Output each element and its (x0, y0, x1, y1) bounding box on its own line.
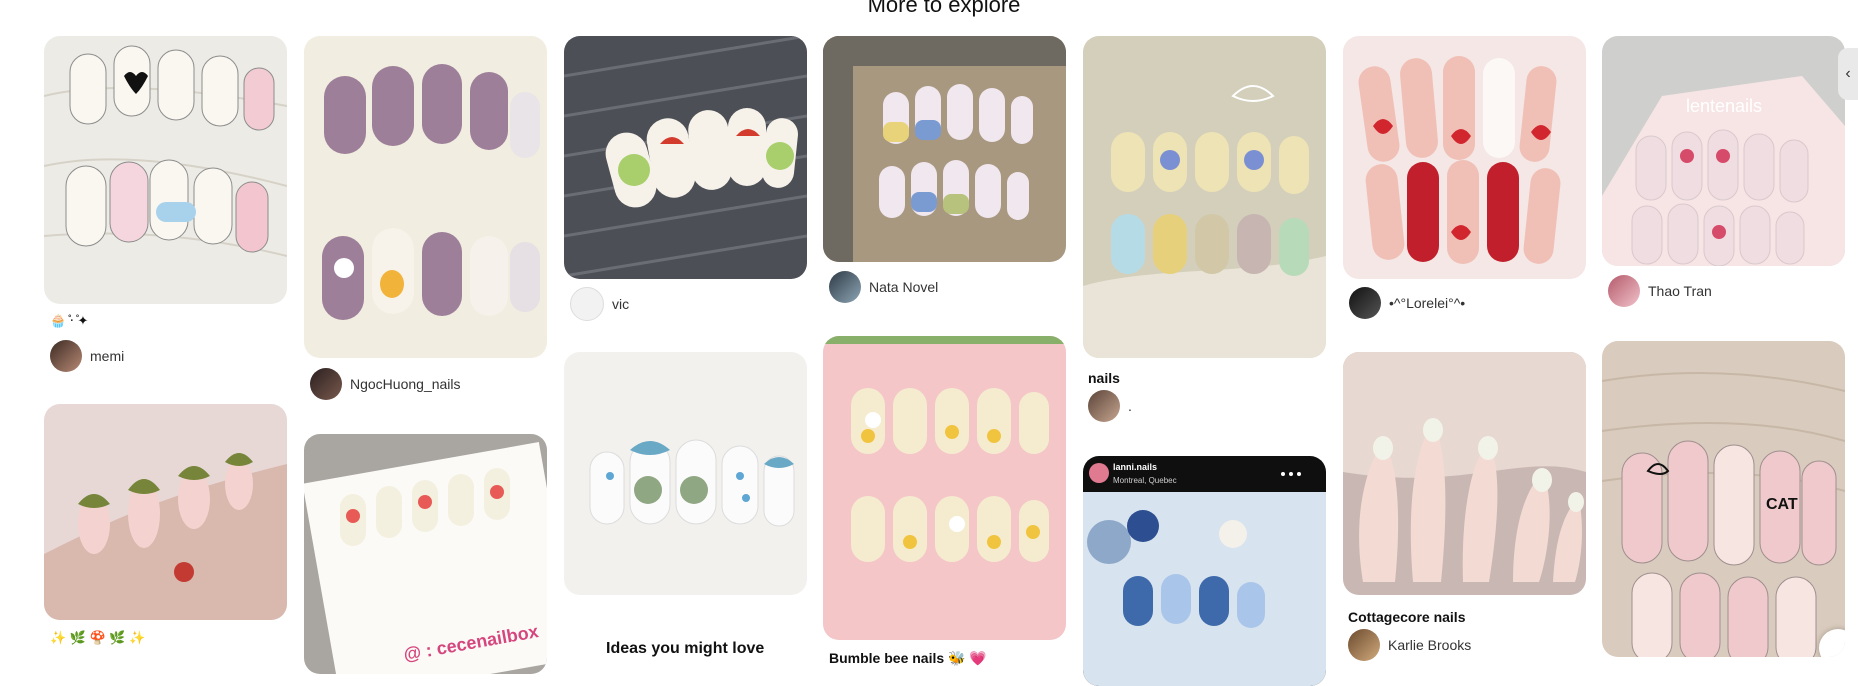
pin-image-4[interactable] (823, 36, 1066, 262)
pin-image-13[interactable] (1343, 352, 1586, 595)
pin-image-1-graphic (44, 36, 287, 304)
pin-image-3-graphic (564, 36, 807, 279)
pin-image-10[interactable] (564, 352, 807, 595)
avatar (1349, 287, 1381, 319)
pin-image-8[interactable] (44, 404, 287, 620)
creator-name: Karlie Brooks (1388, 637, 1472, 653)
pin-image-14-graphic: CAT (1602, 341, 1845, 657)
chevron-left-icon[interactable]: ‹ (1838, 48, 1858, 100)
pin-image-9[interactable]: @ : cecenailbox (304, 434, 547, 674)
creator-name: . (1128, 398, 1132, 414)
pin-image-2[interactable] (304, 36, 547, 358)
pin-caption: 🧁 ̊‧ ̊✦ (50, 313, 89, 328)
avatar (1348, 629, 1380, 661)
pin-image-10-graphic (564, 352, 807, 595)
pin-image-8-graphic (44, 404, 287, 620)
pin-creator[interactable]: Karlie Brooks (1348, 629, 1471, 661)
pin-overlay-account: lanni.nails (1113, 462, 1157, 472)
pin-creator[interactable]: Nata Novel (829, 271, 938, 303)
pin-image-12[interactable]: lanni.nails Montreal, Quebec (1083, 456, 1326, 686)
creator-name: NgocHuong_nails (350, 376, 461, 392)
pin-overlay-watermark: lentenails (1686, 96, 1762, 116)
avatar (50, 340, 82, 372)
pin-image-7-graphic: lentenails (1602, 36, 1845, 266)
pin-creator[interactable]: Thao Tran (1608, 275, 1712, 307)
pin-image-7[interactable]: lentenails (1602, 36, 1845, 266)
avatar (310, 368, 342, 400)
pin-image-13-graphic (1343, 352, 1586, 595)
pin-image-12-graphic: lanni.nails Montreal, Quebec (1083, 456, 1326, 686)
avatar (1088, 390, 1120, 422)
pin-image-3[interactable] (564, 36, 807, 279)
creator-name: Thao Tran (1648, 283, 1712, 299)
pin-image-14[interactable]: CAT (1602, 341, 1845, 657)
pin-image-11-graphic (823, 336, 1066, 640)
pin-image-9-graphic: @ : cecenailbox (304, 434, 547, 674)
pin-image-6-graphic (1343, 36, 1586, 279)
creator-name: memi (90, 348, 125, 364)
pin-creator[interactable]: NgocHuong_nails (310, 368, 461, 400)
pin-title: nails (1088, 370, 1120, 386)
section-heading: More to explore (867, 0, 1021, 17)
svg-text:CAT: CAT (1766, 496, 1798, 513)
pin-caption: ✨ 🌿 🍄 🌿 ✨ (50, 630, 146, 645)
pin-creator[interactable]: memi (50, 340, 124, 372)
pin-creator[interactable]: vic (570, 287, 629, 321)
creator-name: vic (612, 296, 630, 312)
pin-image-1[interactable] (44, 36, 287, 304)
pin-title: Cottagecore nails (1348, 609, 1466, 625)
pin-creator[interactable]: . (1088, 390, 1132, 422)
creator-name: Nata Novel (869, 279, 939, 295)
avatar (570, 287, 604, 321)
pin-image-5[interactable] (1083, 36, 1326, 358)
pin-image-5-graphic (1083, 36, 1326, 358)
pin-overlay-location: Montreal, Quebec (1113, 476, 1177, 485)
pin-image-6[interactable] (1343, 36, 1586, 279)
ideas-heading: Ideas you might love (606, 640, 765, 657)
pin-image-4-graphic (823, 36, 1066, 262)
pin-title: Bumble bee nails 🐝 💗 (829, 650, 987, 666)
avatar (829, 271, 861, 303)
pin-creator[interactable]: •^°Lorelei°^• (1349, 287, 1465, 319)
pin-image-2-graphic (304, 36, 547, 358)
pin-image-11[interactable] (823, 336, 1066, 640)
avatar (1608, 275, 1640, 307)
creator-name: •^°Lorelei°^• (1389, 295, 1466, 311)
